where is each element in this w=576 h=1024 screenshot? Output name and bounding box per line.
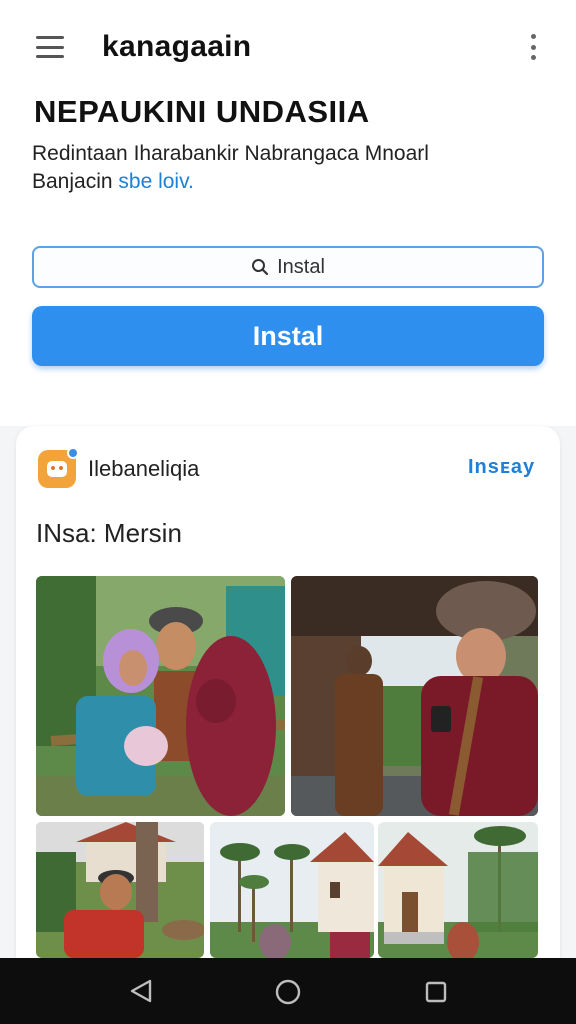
card-app-name: Ilebaneliqia bbox=[88, 456, 200, 481]
app-logo-icon bbox=[38, 447, 79, 488]
hamburger-menu-icon[interactable] bbox=[36, 36, 64, 58]
card-install-link[interactable]: Insᴇay bbox=[468, 456, 535, 479]
subtitle-line-2-prefix: Banjacin bbox=[32, 170, 119, 193]
search-input[interactable]: Instal bbox=[32, 246, 544, 288]
search-icon bbox=[252, 259, 269, 276]
tropical-house-photo[interactable] bbox=[378, 822, 538, 958]
page-headline: NEPAUKINI UNDASIIA bbox=[34, 94, 370, 129]
subtitle-line-1: Redintaan Iharabankir Nabrangaca Mnoarl bbox=[32, 142, 429, 165]
app-bar: kanagaain bbox=[0, 0, 576, 96]
man-in-red-shirt-photo[interactable] bbox=[36, 822, 204, 958]
man-using-phone-photo[interactable] bbox=[291, 576, 538, 816]
card-section-title: INsa: Mersin bbox=[36, 518, 182, 548]
palm-houses-photo[interactable] bbox=[210, 822, 374, 958]
search-label: Instal bbox=[277, 255, 325, 278]
subtitle-line-2: Banjacin sbe loiv. bbox=[32, 170, 194, 194]
family-with-baby-photo[interactable] bbox=[36, 576, 285, 816]
recents-square-icon[interactable] bbox=[424, 980, 448, 1004]
subtitle-accent-link[interactable]: sbe loiv. bbox=[118, 170, 193, 193]
install-button[interactable]: Instal bbox=[32, 306, 544, 366]
home-circle-icon[interactable] bbox=[274, 978, 302, 1006]
more-vertical-icon[interactable] bbox=[528, 34, 538, 60]
notification-dot bbox=[67, 447, 79, 459]
back-triangle-icon[interactable] bbox=[128, 978, 154, 1004]
app-title: kanagaain bbox=[102, 30, 252, 63]
